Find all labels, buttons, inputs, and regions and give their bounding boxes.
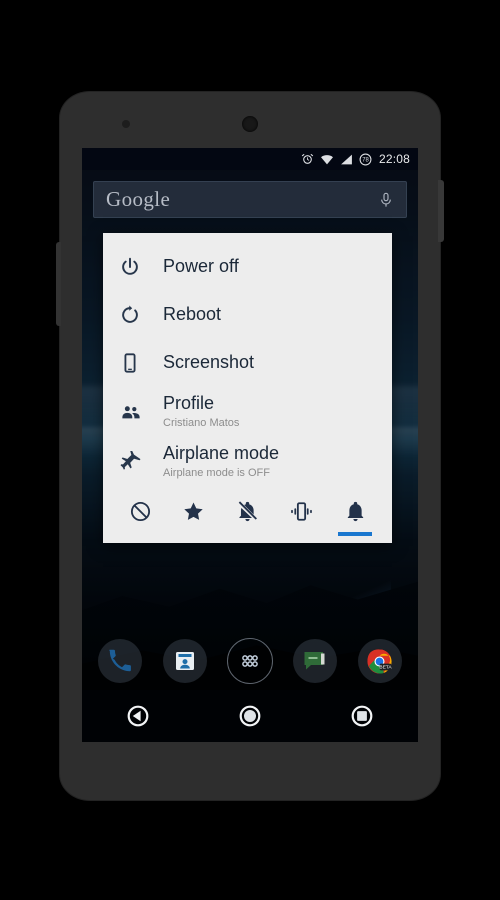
power-menu-item-subtitle: Airplane mode is OFF bbox=[163, 467, 270, 480]
power-menu-item-subtitle: Cristiano Matos bbox=[163, 417, 240, 430]
sound-mode-ring[interactable] bbox=[336, 494, 374, 542]
star-icon bbox=[184, 502, 203, 521]
microphone-icon[interactable] bbox=[378, 190, 394, 210]
volume-button-hardware[interactable] bbox=[56, 242, 61, 326]
sound-mode-vibrate[interactable] bbox=[282, 494, 320, 542]
bell-off-icon bbox=[238, 501, 257, 522]
sound-mode-priority[interactable] bbox=[175, 494, 213, 542]
wifi-icon bbox=[321, 154, 333, 164]
power-menu-item-profile[interactable]: Profile Cristiano Matos bbox=[103, 387, 392, 437]
power-button-hardware[interactable] bbox=[438, 180, 444, 242]
power-menu-item-airplane-mode[interactable]: Airplane mode Airplane mode is OFF bbox=[103, 437, 392, 487]
power-icon bbox=[119, 256, 163, 278]
bell-icon bbox=[347, 502, 363, 522]
front-camera bbox=[242, 116, 258, 132]
dock-app-contacts[interactable] bbox=[162, 639, 207, 683]
power-menu-dialog: Power off Reboot Screenshot Profile Cris… bbox=[103, 233, 392, 544]
phone-icon bbox=[109, 649, 132, 672]
battery-percent-label: 78 bbox=[362, 157, 369, 163]
sound-mode-selector bbox=[103, 487, 392, 543]
nav-back-button[interactable] bbox=[121, 699, 155, 733]
phone-device: 78 22:08 Google Power off Reboot Screens… bbox=[56, 92, 444, 800]
dock-app-phone[interactable] bbox=[98, 639, 143, 683]
power-menu-item-screenshot[interactable]: Screenshot bbox=[103, 339, 392, 387]
home-icon bbox=[239, 705, 261, 727]
power-menu-item-title: Screenshot bbox=[163, 352, 255, 373]
power-menu-item-title: Reboot bbox=[163, 304, 222, 325]
phone-screen: 78 22:08 Google Power off Reboot Screens… bbox=[82, 148, 418, 742]
sound-mode-selected-indicator bbox=[338, 532, 372, 537]
status-bar: 78 22:08 bbox=[82, 148, 418, 170]
power-menu-item-title: Airplane mode bbox=[163, 443, 280, 464]
power-menu-list: Power off Reboot Screenshot Profile Cris… bbox=[103, 233, 392, 487]
nav-home-button[interactable] bbox=[233, 699, 267, 733]
nav-recents-button[interactable] bbox=[345, 699, 379, 733]
vibrate-icon bbox=[290, 502, 312, 521]
dock-app-messaging[interactable] bbox=[293, 639, 338, 683]
block-icon bbox=[130, 502, 150, 522]
google-logo-text: Google bbox=[106, 187, 171, 211]
signal-icon bbox=[341, 154, 352, 164]
chrome-icon: BETA bbox=[367, 648, 393, 674]
sound-mode-silent[interactable] bbox=[229, 494, 267, 542]
back-icon bbox=[127, 705, 149, 727]
navigation-bar bbox=[82, 690, 418, 742]
dock-app-chrome[interactable]: BETA bbox=[357, 639, 402, 683]
app-drawer-icon bbox=[242, 655, 258, 667]
sound-mode-none[interactable] bbox=[121, 494, 159, 542]
contacts-icon bbox=[175, 652, 194, 670]
screenshot-root: 78 22:08 Google Power off Reboot Screens… bbox=[0, 0, 500, 900]
screenshot-icon bbox=[119, 352, 163, 374]
status-clock: 22:08 bbox=[378, 152, 410, 166]
power-menu-item-title: Power off bbox=[163, 256, 239, 277]
power-menu-item-power-off[interactable]: Power off bbox=[103, 243, 392, 291]
battery-icon: 78 bbox=[359, 153, 372, 165]
reboot-icon bbox=[119, 304, 163, 326]
power-menu-item-reboot[interactable]: Reboot bbox=[103, 291, 392, 339]
sensor-dot bbox=[122, 120, 130, 128]
chrome-beta-badge-label: BETA bbox=[380, 664, 393, 670]
google-search-bar[interactable]: Google bbox=[93, 181, 407, 218]
messaging-icon bbox=[304, 652, 325, 670]
power-menu-item-title: Profile bbox=[163, 393, 215, 413]
recents-icon bbox=[351, 705, 373, 727]
dock-app-drawer[interactable] bbox=[226, 638, 273, 684]
alarm-icon bbox=[301, 153, 314, 164]
airplane-icon bbox=[119, 451, 163, 473]
profile-icon bbox=[119, 401, 163, 423]
app-dock: BETA bbox=[82, 632, 418, 690]
